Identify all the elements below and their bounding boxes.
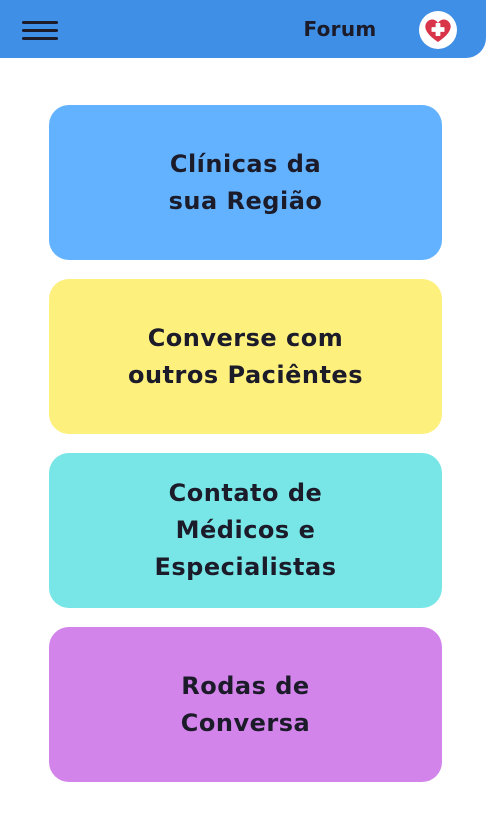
top-app-bar: Forum	[0, 0, 486, 58]
forum-screen: Forum Clínicas da sua Região Converse co…	[0, 0, 491, 833]
heart-medical-cross-icon[interactable]	[418, 10, 458, 50]
page-title: Forum	[303, 17, 377, 41]
hamburger-menu-icon[interactable]	[22, 20, 60, 42]
card-converse-pacientes[interactable]: Converse com outros Paciêntes	[49, 279, 442, 434]
card-label: Contato de Médicos e Especialistas	[154, 479, 337, 581]
card-rodas-conversa[interactable]: Rodas de Conversa	[49, 627, 442, 782]
card-label: Clínicas da sua Região	[168, 149, 323, 215]
card-label: Converse com outros Paciêntes	[127, 323, 363, 389]
card-contato-medicos[interactable]: Contato de Médicos e Especialistas	[49, 453, 442, 608]
card-label: Rodas de Conversa	[180, 671, 311, 737]
card-clinicas-regiao[interactable]: Clínicas da sua Região	[49, 105, 442, 260]
